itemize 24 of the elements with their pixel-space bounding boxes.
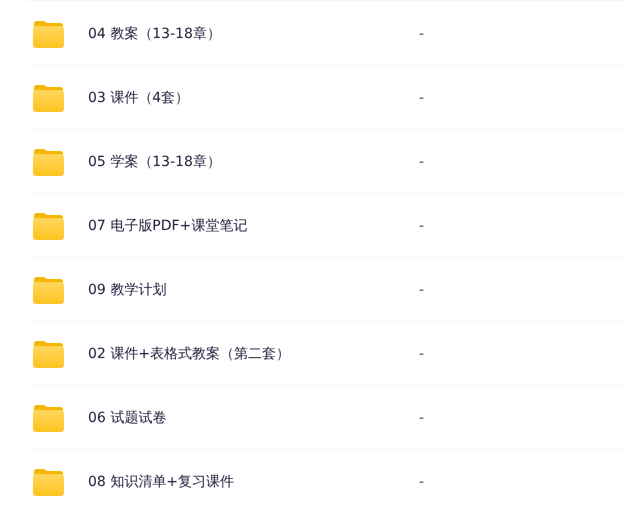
file-size: - [419, 346, 424, 362]
file-size: - [419, 474, 424, 490]
folder-icon [33, 213, 64, 240]
folder-name[interactable]: 03 课件（4套） [88, 88, 419, 106]
file-size: - [419, 282, 424, 298]
folder-icon [33, 469, 64, 496]
folder-name[interactable]: 02 课件+表格式教案（第二套） [88, 344, 419, 362]
file-size: - [419, 26, 424, 42]
folder-icon [33, 149, 64, 176]
file-size: - [419, 410, 424, 426]
folder-icon [33, 341, 64, 368]
file-size: - [419, 154, 424, 170]
folder-name[interactable]: 04 教案（13-18章） [88, 24, 419, 42]
file-size: - [419, 218, 424, 234]
file-size: - [419, 90, 424, 106]
folder-name[interactable]: 07 电子版PDF+课堂笔记 [88, 216, 419, 234]
folder-icon [33, 405, 64, 432]
folder-icon [33, 85, 64, 112]
folder-name[interactable]: 06 试题试卷 [88, 408, 419, 426]
folder-icon [33, 277, 64, 304]
folder-icon [33, 21, 64, 48]
folder-name[interactable]: 05 学案（13-18章） [88, 152, 419, 170]
folder-name[interactable]: 08 知识清单+复习课件 [88, 472, 419, 490]
folder-name[interactable]: 09 教学计划 [88, 280, 419, 298]
